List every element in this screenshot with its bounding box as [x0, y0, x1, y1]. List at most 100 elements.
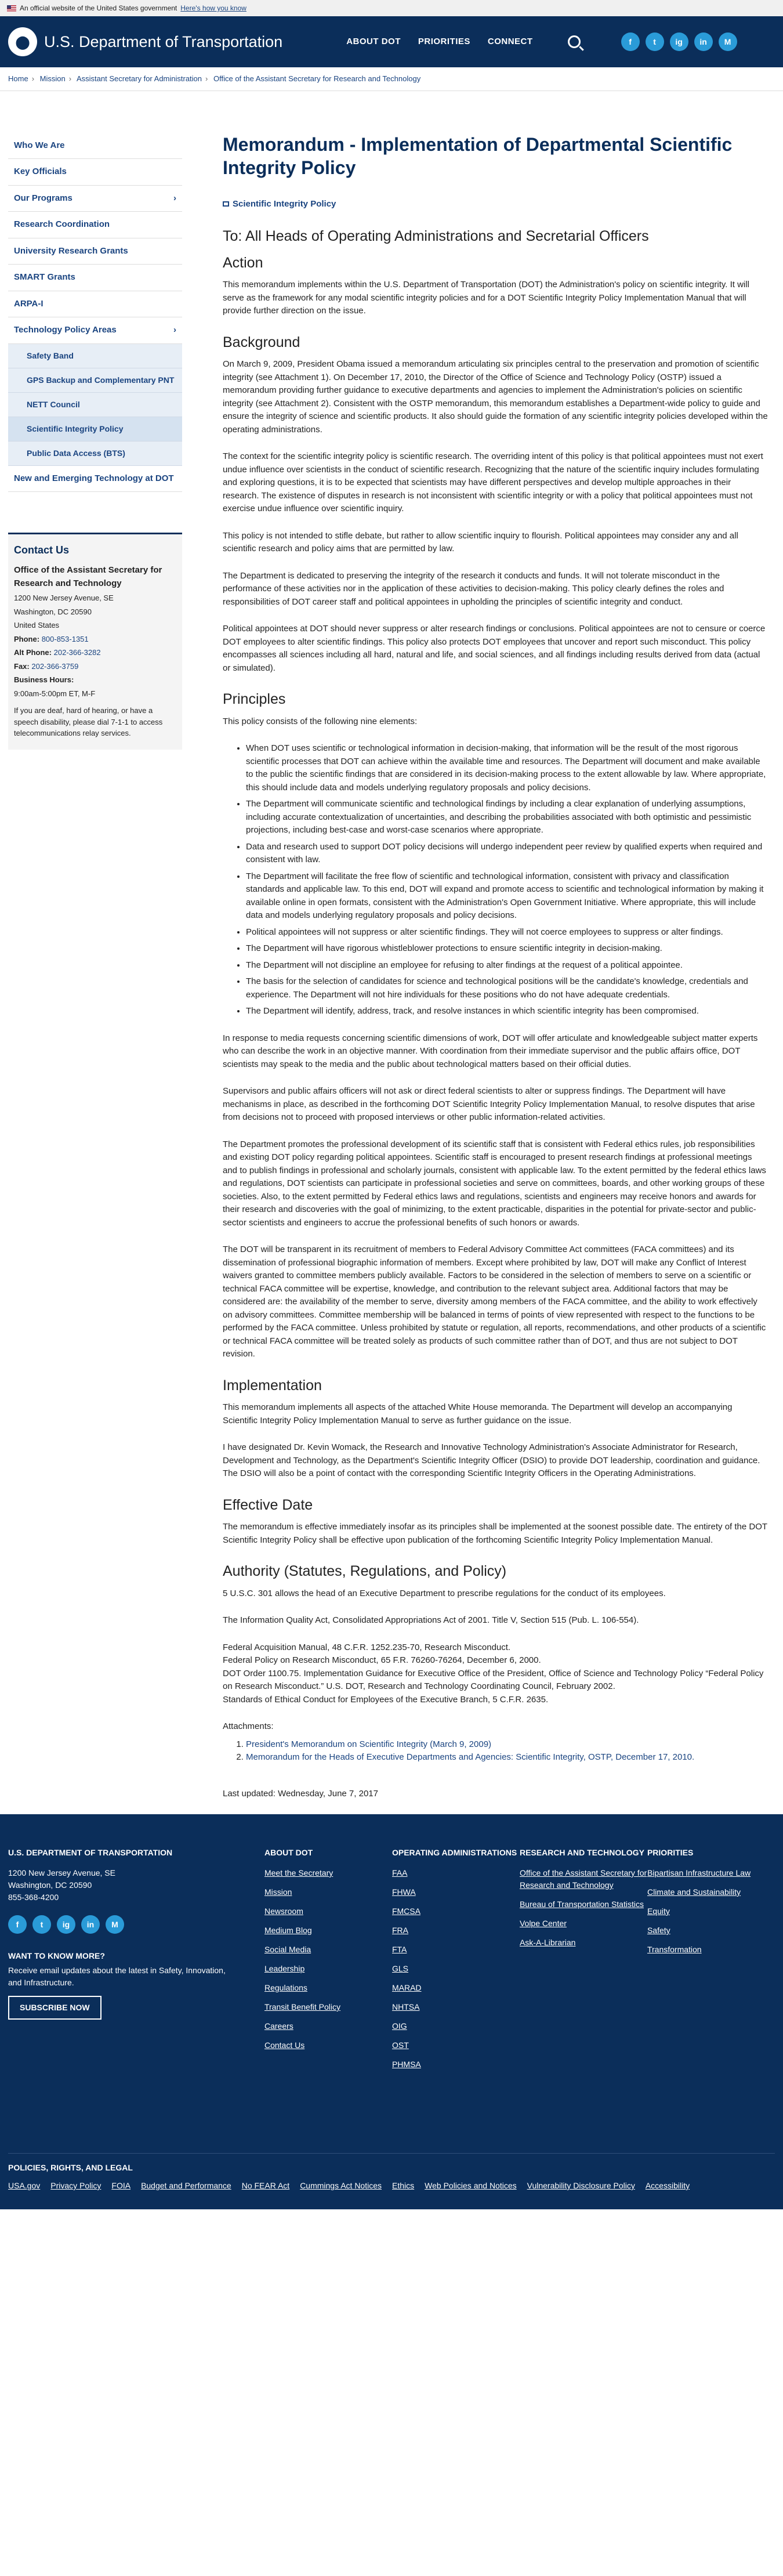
footer-link[interactable]: Newsroom [264, 1905, 392, 1917]
tag-icon [223, 201, 229, 207]
list-item: Political appointees will not suppress o… [246, 926, 768, 939]
phone-link[interactable]: 800-853-1351 [42, 635, 89, 643]
sidebar-item-smart-grants[interactable]: SMART Grants [8, 265, 182, 291]
policy-link[interactable]: FOIA [111, 2180, 130, 2192]
footer-link[interactable]: Transit Benefit Policy [264, 2001, 392, 2013]
policy-link[interactable]: No FEAR Act [242, 2180, 289, 2192]
footer-link[interactable]: Leadership [264, 1963, 392, 1975]
facebook-icon[interactable]: f [621, 32, 640, 51]
footer-link[interactable]: Office of the Assistant Secretary for Re… [520, 1867, 647, 1891]
implementation-paragraph: This memorandum implements all aspects o… [223, 1402, 733, 1426]
sidebar-item-new-emerging-technology[interactable]: New and Emerging Technology at DOT [8, 466, 182, 492]
top-navigation: ⬤ U.S. Department of Transportation ABOU… [0, 16, 783, 67]
breadcrumb-asa[interactable]: Assistant Secretary for Administration [77, 74, 202, 83]
policy-link[interactable]: Vulnerability Disclosure Policy [527, 2180, 635, 2192]
fax-link[interactable]: 202-366-3759 [31, 662, 78, 671]
medium-icon[interactable]: M [718, 32, 737, 51]
footer-org-title: U.S. DEPARTMENT OF TRANSPORTATION [8, 1848, 173, 1857]
menu-about-dot[interactable]: ABOUT DOT [346, 35, 401, 49]
footer-link[interactable]: FHWA [392, 1886, 520, 1898]
list-item: The Department will have rigorous whistl… [246, 942, 768, 956]
policy-link[interactable]: Ethics [392, 2180, 414, 2192]
footer-link[interactable]: MARAD [392, 1982, 520, 1994]
search-icon[interactable] [567, 35, 581, 48]
facebook-icon[interactable]: f [8, 1915, 27, 1934]
policy-link[interactable]: Budget and Performance [141, 2180, 231, 2192]
contact-title: Contact Us [14, 544, 70, 556]
topic-tag-link[interactable]: Scientific Integrity Policy [233, 199, 336, 209]
attachments-label: Attachments: [223, 1721, 274, 1731]
footer-operating-admins-column: OPERATING ADMINISTRATIONS FAA FHWA FMCSA… [392, 1847, 520, 2078]
policy-paragraph: The Department promotes the professional… [223, 1139, 766, 1228]
footer-link[interactable]: FAA [392, 1867, 520, 1879]
gov-banner-link[interactable]: Here's how you know [180, 3, 246, 13]
footer-column-title: ABOUT DOT [264, 1848, 313, 1857]
sidebar-item-who-we-are[interactable]: Who We Are [8, 133, 182, 159]
breadcrumb-mission[interactable]: Mission [40, 74, 66, 83]
breadcrumb-home[interactable]: Home [8, 74, 28, 83]
footer-link[interactable]: OST [392, 2039, 520, 2052]
footer-link[interactable]: Meet the Secretary [264, 1867, 392, 1879]
list-item: The Department will communicate scientif… [246, 798, 768, 837]
sidebar-subitem-gps-backup[interactable]: GPS Backup and Complementary PNT [8, 368, 182, 393]
sidebar-item-key-officials[interactable]: Key Officials [8, 159, 182, 186]
chevron-right-icon: › [173, 325, 176, 335]
sidebar-subitem-nett-council[interactable]: NETT Council [8, 393, 182, 417]
footer-link[interactable]: FMCSA [392, 1905, 520, 1917]
sidebar-item-research-coordination[interactable]: Research Coordination [8, 212, 182, 238]
footer-link[interactable]: Climate and Sustainability [647, 1886, 775, 1898]
sidebar-item-technology-policy-areas[interactable]: Technology Policy Areas › [8, 317, 182, 344]
medium-icon[interactable]: M [106, 1915, 124, 1934]
policy-link[interactable]: Web Policies and Notices [425, 2180, 516, 2192]
instagram-icon[interactable]: ig [57, 1915, 75, 1934]
footer-link[interactable]: Regulations [264, 1982, 392, 1994]
sidebar-item-our-programs[interactable]: Our Programs › [8, 186, 182, 212]
instagram-icon[interactable]: ig [669, 32, 688, 51]
us-flag-icon [7, 5, 16, 12]
sidebar-subitem-public-data-access[interactable]: Public Data Access (BTS) [8, 442, 182, 466]
footer-link[interactable]: Bipartisan Infrastructure Law [647, 1867, 775, 1879]
footer-link[interactable]: OIG [392, 2020, 520, 2032]
sidebar-item-arpa-i[interactable]: ARPA-I [8, 291, 182, 317]
policy-link[interactable]: Accessibility [646, 2180, 690, 2192]
footer-link[interactable]: Social Media [264, 1944, 392, 1956]
footer-link[interactable]: Safety [647, 1924, 775, 1937]
twitter-icon[interactable]: t [645, 32, 664, 51]
footer-column-title: RESEARCH AND TECHNOLOGY [519, 1848, 644, 1857]
footer-link[interactable]: GLS [392, 1963, 520, 1975]
footer-link[interactable]: NHTSA [392, 2001, 520, 2013]
contact-address-line: United States [14, 621, 60, 629]
policy-link[interactable]: USA.gov [8, 2180, 40, 2192]
footer-link[interactable]: Careers [264, 2020, 392, 2032]
footer-link[interactable]: Equity [647, 1905, 775, 1917]
footer-link[interactable]: Medium Blog [264, 1924, 392, 1937]
attachment-link[interactable]: President's Memorandum on Scientific Int… [246, 1739, 491, 1749]
breadcrumb-ost-r[interactable]: Office of the Assistant Secretary for Re… [213, 74, 420, 83]
footer-column-title: PRIORITIES [647, 1848, 694, 1857]
footer-link[interactable]: FTA [392, 1944, 520, 1956]
footer-link[interactable]: Contact Us [264, 2039, 392, 2052]
footer-link[interactable]: Transformation [647, 1944, 775, 1956]
footer-link[interactable]: Bureau of Transportation Statistics [520, 1898, 647, 1911]
sidebar-item-university-research-grants[interactable]: University Research Grants [8, 238, 182, 265]
policy-link[interactable]: Cummings Act Notices [300, 2180, 382, 2192]
alt-phone-link[interactable]: 202-366-3282 [54, 648, 101, 657]
subscribe-button[interactable]: SUBSCRIBE NOW [8, 1996, 102, 2020]
footer-link[interactable]: FRA [392, 1924, 520, 1937]
dot-logo[interactable]: ⬤ U.S. Department of Transportation [8, 27, 282, 56]
sidebar-subitem-scientific-integrity[interactable]: Scientific Integrity Policy [8, 417, 182, 442]
menu-priorities[interactable]: PRIORITIES [418, 35, 470, 49]
footer-link[interactable]: Volpe Center [520, 1917, 647, 1930]
attachment-link[interactable]: Memorandum for the Heads of Executive De… [246, 1752, 694, 1762]
linkedin-icon[interactable]: in [694, 32, 713, 51]
footer-link[interactable]: PHMSA [392, 2058, 520, 2071]
footer-link[interactable]: Ask-A-Librarian [520, 1937, 647, 1949]
footer-link[interactable]: Mission [264, 1886, 392, 1898]
footer-phone: 855-368-4200 [8, 1893, 59, 1902]
policy-link[interactable]: Privacy Policy [50, 2180, 101, 2192]
linkedin-icon[interactable]: in [81, 1915, 100, 1934]
authority-line: Federal Policy on Research Misconduct, 6… [223, 1655, 541, 1665]
menu-connect[interactable]: CONNECT [488, 35, 533, 49]
twitter-icon[interactable]: t [32, 1915, 51, 1934]
sidebar-subitem-safety-band[interactable]: Safety Band [8, 344, 182, 368]
